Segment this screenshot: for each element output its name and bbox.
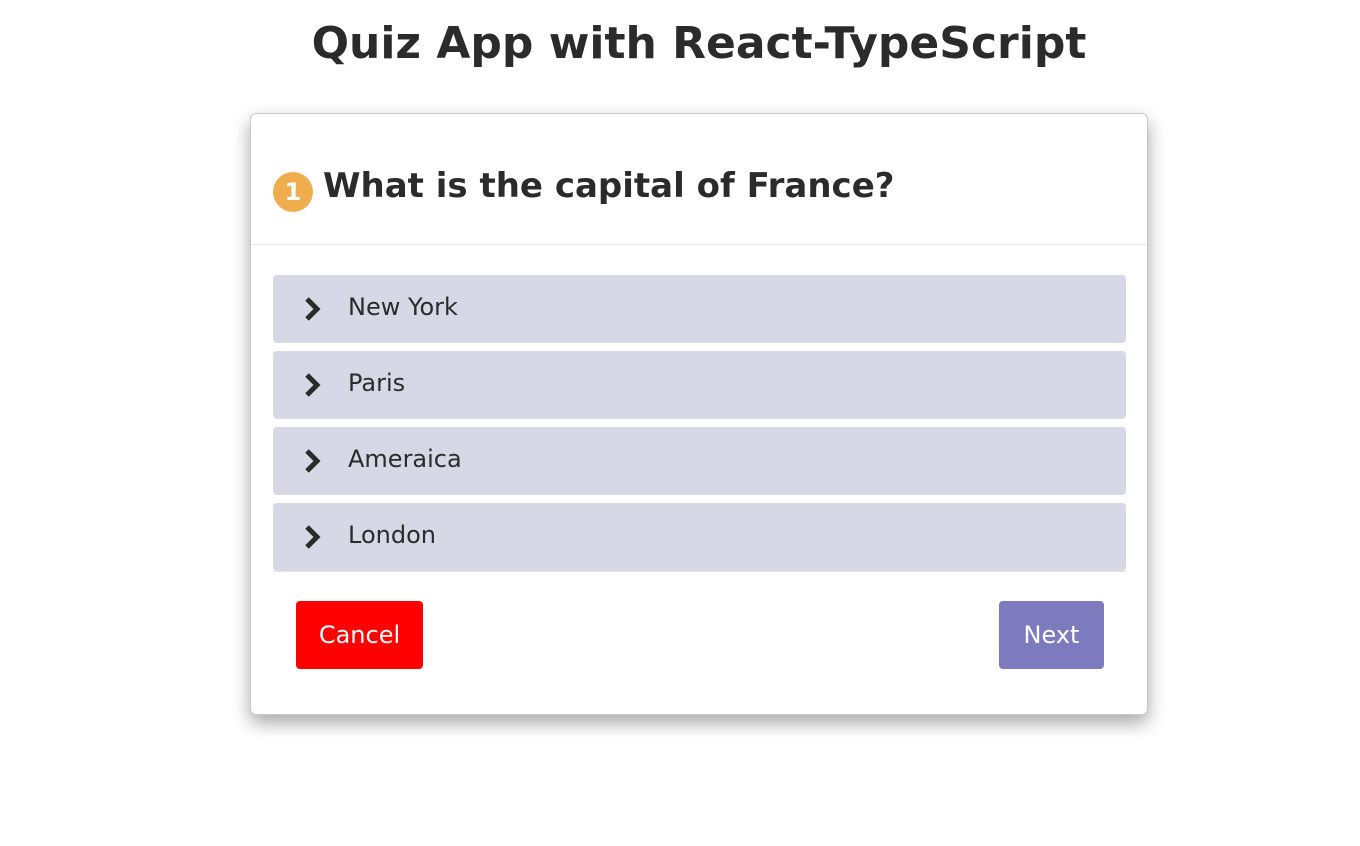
question-number-badge: 1 — [273, 172, 313, 212]
option-label: Ameraica — [348, 445, 462, 473]
option-ameraica[interactable]: Ameraica — [273, 427, 1126, 495]
chevron-right-icon — [305, 373, 321, 397]
quiz-card: 1 What is the capital of France? New Yor… — [250, 113, 1148, 715]
option-label: New York — [348, 293, 458, 321]
option-paris[interactable]: Paris — [273, 351, 1126, 419]
chevron-right-icon — [305, 525, 321, 549]
next-button[interactable]: Next — [999, 601, 1104, 669]
option-london[interactable]: London — [273, 503, 1126, 571]
question-text: What is the capital of France? — [323, 166, 895, 206]
option-label: London — [348, 521, 436, 549]
answer-options: New York Paris Ameraica London — [273, 275, 1126, 572]
option-new-york[interactable]: New York — [273, 275, 1126, 343]
chevron-right-icon — [305, 449, 321, 473]
cancel-button[interactable]: Cancel — [296, 601, 423, 669]
page-title: Quiz App with React-TypeScript — [311, 18, 1087, 69]
chevron-right-icon — [305, 297, 321, 321]
question-header: 1 What is the capital of France? — [251, 114, 1147, 245]
option-label: Paris — [348, 369, 406, 397]
